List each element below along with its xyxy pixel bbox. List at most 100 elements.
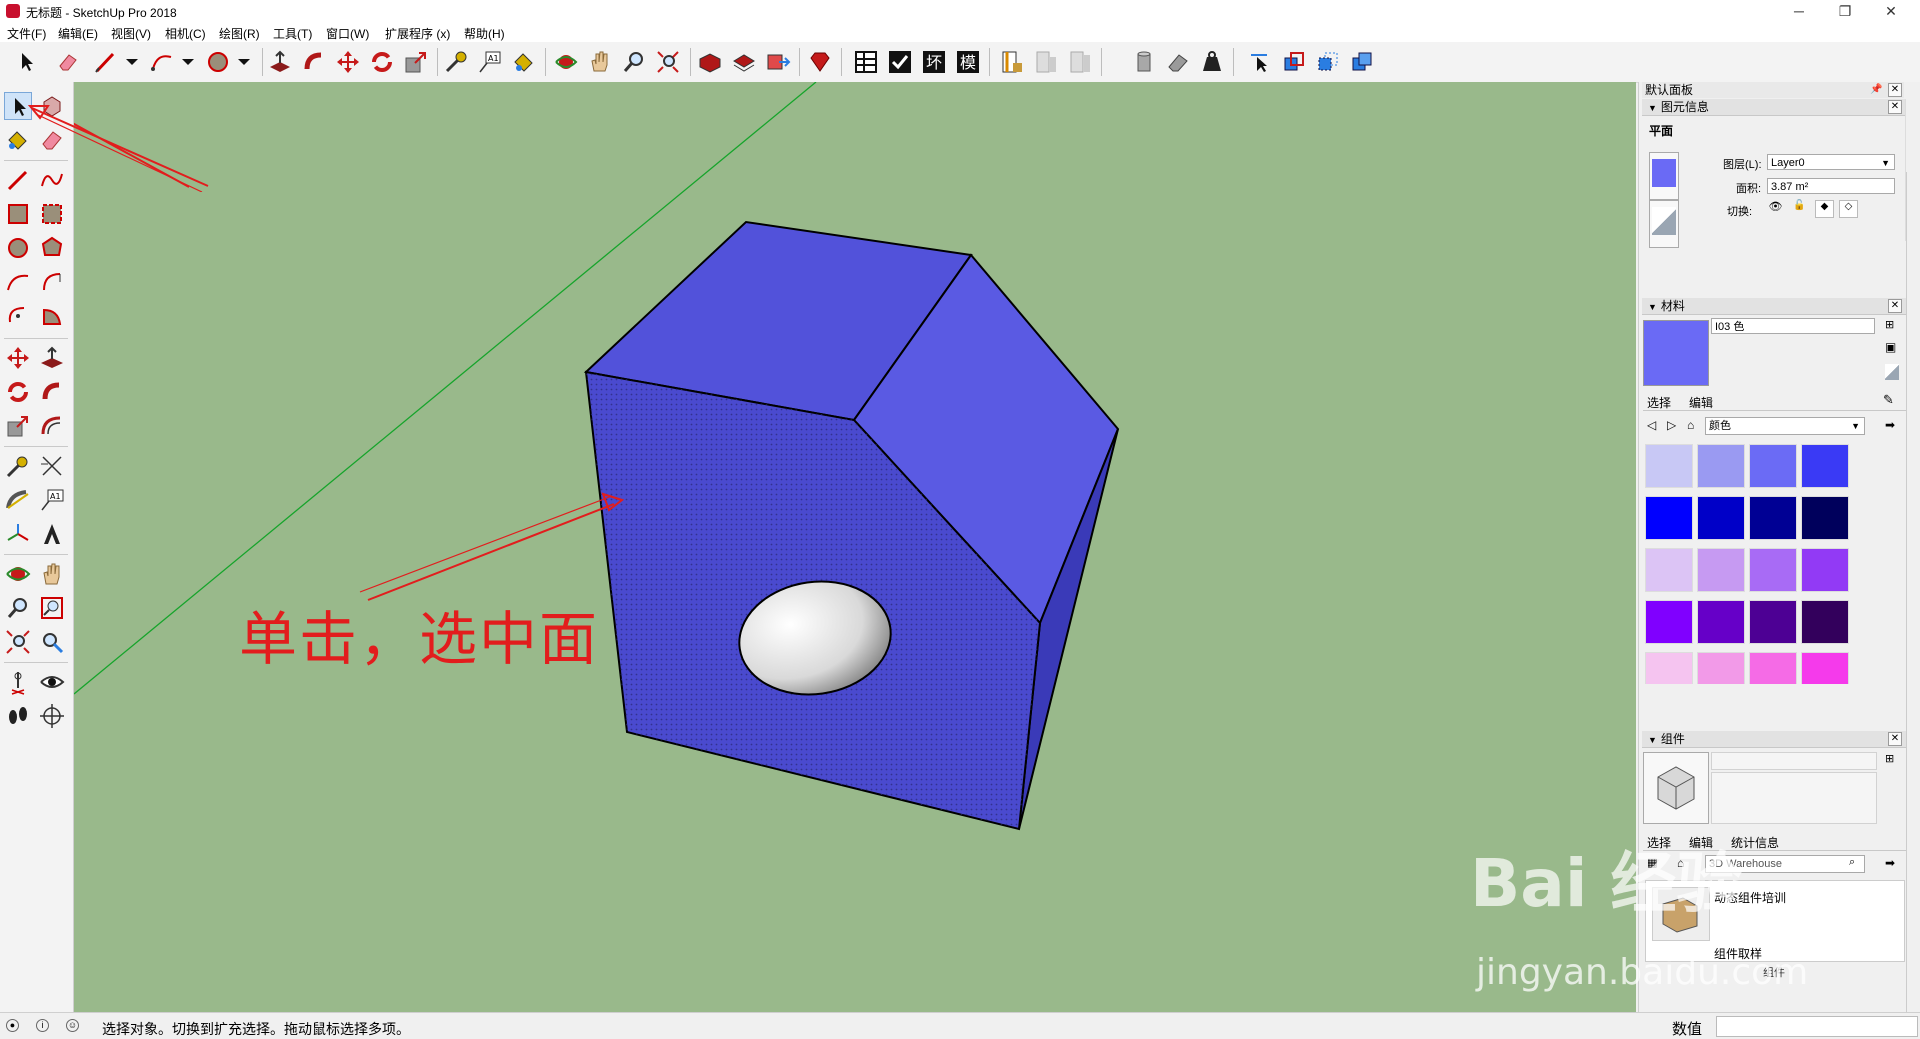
credits-icon[interactable]: i (36, 1019, 49, 1032)
minimize-button[interactable]: ─ (1776, 0, 1822, 22)
material-swatch[interactable] (1697, 652, 1745, 684)
look-around-icon[interactable] (38, 668, 66, 696)
plugin-bad-icon[interactable]: 坏 (921, 49, 947, 75)
user-account-icon[interactable]: ☺ (66, 1019, 79, 1032)
material-swatch[interactable] (1645, 652, 1693, 684)
dimension-icon[interactable] (38, 452, 66, 480)
offset-icon[interactable] (38, 412, 66, 440)
paint-bucket-tool-icon[interactable] (511, 49, 537, 75)
maximize-button[interactable]: ❐ (1822, 0, 1868, 22)
previous-view-icon[interactable] (38, 628, 66, 656)
geo-location-icon[interactable]: ● (6, 1019, 19, 1032)
material-swatch[interactable] (1645, 496, 1693, 540)
push-pull-icon[interactable] (38, 344, 66, 372)
material-swatch[interactable] (1749, 600, 1797, 644)
material-swatch[interactable] (1645, 548, 1693, 592)
zoom-tool-icon[interactable] (621, 49, 647, 75)
front-material-swatch[interactable] (1649, 152, 1679, 200)
zoom-extents-icon[interactable] (4, 628, 32, 656)
eraser-tool-icon[interactable] (55, 49, 81, 75)
scale-tool-icon[interactable] (403, 49, 429, 75)
measurements-input[interactable] (1716, 1016, 1918, 1037)
component-description-field[interactable] (1711, 772, 1877, 824)
text-tool-icon[interactable]: A1 (477, 49, 503, 75)
arc-tool-icon[interactable] (149, 49, 175, 75)
default-material-icon[interactable] (1885, 364, 1899, 380)
visibility-eye-icon[interactable]: 👁 (1767, 200, 1784, 216)
rectangle-icon[interactable] (4, 200, 32, 228)
zoom-icon[interactable] (4, 594, 32, 622)
menu-help[interactable]: 帮助(H) (464, 25, 505, 42)
tape-measure-tool-icon[interactable] (443, 49, 469, 75)
menu-view[interactable]: 视图(V) (111, 25, 151, 42)
layout-send-icon[interactable] (999, 49, 1025, 75)
three-point-arc-icon[interactable] (4, 302, 32, 330)
area-field[interactable]: 3.87 m² (1767, 178, 1895, 194)
entity-info-header[interactable]: ▼ 图元信息 ✕ (1642, 99, 1908, 116)
material-name-field[interactable]: I03 色 (1711, 318, 1875, 334)
menu-camera[interactable]: 相机(C) (165, 25, 206, 42)
plugin-model-icon[interactable]: 模 (955, 49, 981, 75)
menu-draw[interactable]: 绘图(R) (219, 25, 260, 42)
tray-close-icon[interactable]: ✕ (1888, 83, 1902, 97)
walk-icon[interactable] (4, 702, 32, 730)
material-swatch[interactable] (1749, 548, 1797, 592)
materials-tab-edit[interactable]: 编辑 (1689, 394, 1713, 411)
material-swatch[interactable] (1697, 496, 1745, 540)
material-swatch[interactable] (1645, 444, 1693, 488)
section-cut-icon[interactable] (1349, 49, 1375, 75)
zoom-window-icon[interactable] (38, 594, 66, 622)
position-camera-icon[interactable] (4, 668, 32, 696)
checkbox-icon[interactable] (887, 49, 913, 75)
menu-file[interactable]: 文件(F) (7, 25, 46, 42)
orbit-icon[interactable] (4, 560, 32, 588)
entity-info-close-icon[interactable]: ✕ (1888, 100, 1902, 114)
axes-icon[interactable] (4, 520, 32, 548)
receive-shadows-icon[interactable]: ◆ (1815, 200, 1834, 218)
shape-dropdown-icon[interactable] (232, 49, 258, 75)
move-tool-icon[interactable] (335, 49, 361, 75)
pan-icon[interactable] (38, 560, 66, 588)
table-icon[interactable] (853, 49, 879, 75)
details-arrow-icon[interactable]: ➡ (1885, 418, 1895, 432)
share-model-icon[interactable] (731, 49, 757, 75)
material-collection-dropdown[interactable]: 颜色 ▼ (1705, 417, 1865, 435)
layer-dropdown[interactable]: Layer0 ▼ (1767, 154, 1895, 170)
two-point-arc-icon[interactable] (38, 268, 66, 296)
component-name-field[interactable] (1711, 752, 1877, 770)
modeling-viewport[interactable]: 单击，选中面 (74, 82, 1636, 1012)
move-icon[interactable] (4, 344, 32, 372)
select-arrow-blue-icon[interactable] (1247, 49, 1273, 75)
line-tool-icon[interactable] (93, 49, 119, 75)
section-plane-left-icon[interactable] (38, 702, 66, 730)
scale-icon[interactable] (4, 412, 32, 440)
materials-close-icon[interactable]: ✕ (1888, 299, 1902, 313)
material-swatch[interactable] (1697, 548, 1745, 592)
line-dropdown-icon[interactable] (120, 49, 146, 75)
circle-tool-icon[interactable] (205, 49, 231, 75)
tape-measure-icon[interactable] (4, 452, 32, 480)
back-arrow-icon[interactable]: ◁ (1647, 418, 1656, 432)
circle-icon[interactable] (4, 234, 32, 262)
create-material-icon[interactable]: ⊞ (1885, 318, 1899, 334)
material-swatch[interactable] (1749, 652, 1797, 684)
extension-warehouse-icon[interactable] (765, 49, 791, 75)
menu-edit[interactable]: 编辑(E) (58, 25, 98, 42)
follow-me-icon[interactable] (38, 378, 66, 406)
section-plane-icon[interactable] (1281, 49, 1307, 75)
zoom-extents-tool-icon[interactable] (655, 49, 681, 75)
solid-cylinder-icon[interactable] (1131, 49, 1157, 75)
material-swatch[interactable] (1749, 444, 1797, 488)
3d-text-icon[interactable] (38, 520, 66, 548)
component-options-icon[interactable]: ⊞ (1885, 752, 1899, 768)
section-display-icon[interactable] (1315, 49, 1341, 75)
forward-arrow-icon[interactable]: ▷ (1667, 418, 1676, 432)
components-header[interactable]: ▼ 组件 ✕ (1642, 731, 1908, 748)
tray-scrollbar[interactable] (1906, 172, 1919, 1012)
arc-icon[interactable] (4, 268, 32, 296)
warehouse-icon[interactable] (697, 49, 723, 75)
cast-shadows-icon[interactable]: ◇ (1839, 200, 1858, 218)
materials-tab-select[interactable]: 选择 (1647, 394, 1671, 411)
text-icon[interactable]: A1 (38, 486, 66, 514)
ruby-gem-icon[interactable] (807, 49, 833, 75)
